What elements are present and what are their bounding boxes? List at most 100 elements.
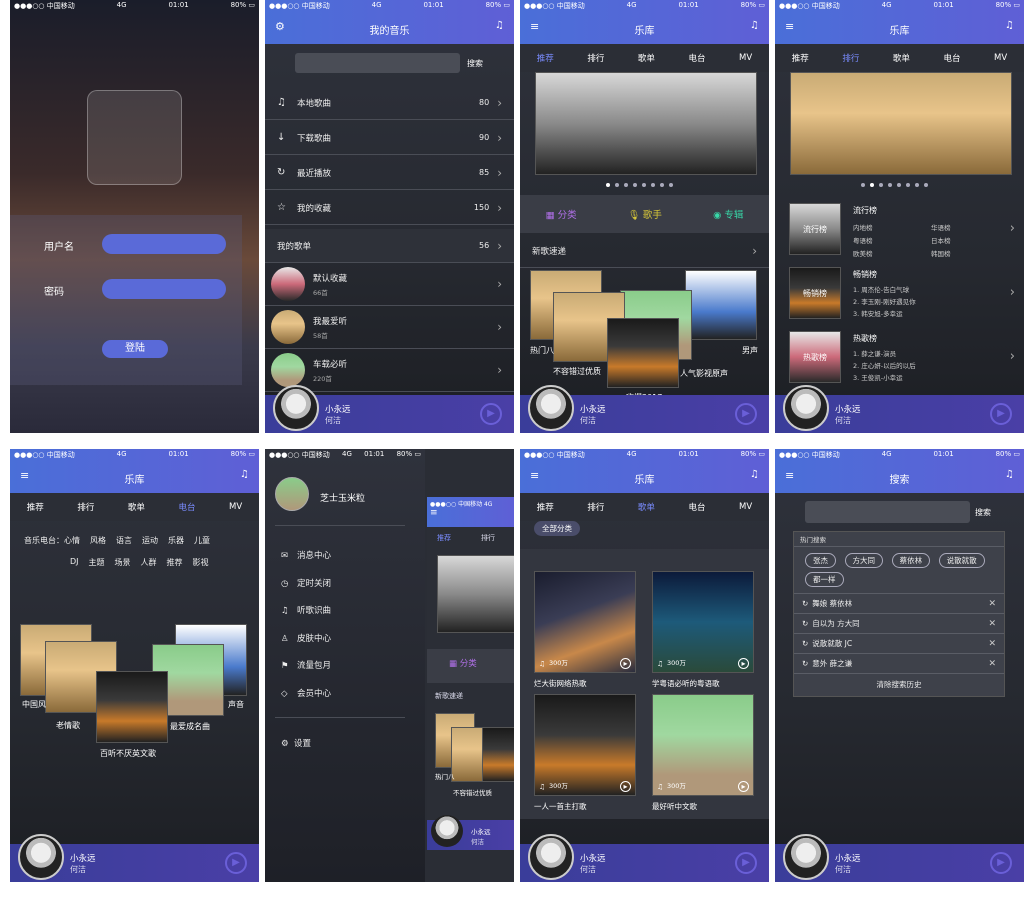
songlist-card[interactable]: ♫ 300万 ▸ 烂大街网络热歌 [534, 571, 636, 689]
tab-playlist[interactable]: 歌单 [128, 501, 145, 513]
tab-rank[interactable]: 排行 [587, 52, 604, 64]
hot-tag[interactable]: 都一样 [805, 572, 844, 587]
hot-tag[interactable]: 方大同 [844, 553, 884, 568]
playlist-item[interactable]: 我最爱听 58首 › [265, 306, 514, 349]
now-playing-bar[interactable]: 小永远 何洁 ▶ [520, 385, 769, 433]
now-playing-bar[interactable]: 小永远 何洁 ▶ [775, 385, 1024, 433]
rank-list-item[interactable]: 畅销榜 畅销榜 1. 周杰伦-告白气球 2. 李玉刚-刚好遇见你 3. 韩安旭-多幸运 › [789, 267, 1019, 325]
radio-category[interactable]: 乐器 [168, 535, 184, 546]
drawer-menu-item[interactable]: ♫ 听歌识曲 [281, 604, 331, 616]
cover-card[interactable] [607, 318, 679, 388]
play-icon[interactable]: ▶ [735, 403, 757, 425]
drawer-menu-item[interactable]: ♙ 皮肤中心 [281, 632, 331, 644]
banner-image[interactable] [535, 72, 757, 175]
rank-list-item[interactable]: 热歌榜 热歌榜 1. 薛之谦-演员 2. 庄心妍-以后的以后 3. 王俊凯-小幸运 › [789, 331, 1019, 389]
headphones-icon[interactable]: ♫ [1005, 20, 1014, 31]
tab-recommend[interactable]: 推荐 [792, 52, 809, 64]
search-button[interactable]: 搜索 [975, 507, 991, 518]
tab-recommend[interactable]: 推荐 [537, 52, 554, 64]
play-icon[interactable]: ▶ [990, 403, 1012, 425]
password-field[interactable] [102, 279, 226, 299]
play-circle-icon[interactable]: ▸ [738, 781, 749, 792]
search-input[interactable] [295, 53, 460, 73]
close-icon[interactable]: ✕ [988, 639, 996, 649]
clear-history-button[interactable]: 清除搜索历史 [794, 674, 1004, 695]
all-categories-button[interactable]: 全部分类 [534, 521, 580, 536]
tab-playlist[interactable]: 歌单 [638, 501, 655, 513]
tab-playlist[interactable]: 歌单 [638, 52, 655, 64]
radio-category[interactable]: 语言 [116, 535, 132, 546]
play-icon[interactable]: ▶ [480, 403, 502, 425]
now-playing-bar[interactable]: 小永远 何洁 ▶ [265, 385, 514, 433]
headphones-icon[interactable]: ♫ [240, 469, 249, 480]
playlist-item[interactable]: 默认收藏 66首 › [265, 263, 514, 306]
tab-rank[interactable]: 排行 [587, 501, 604, 513]
headphones-icon[interactable]: ♫ [750, 469, 759, 480]
search-button[interactable]: 搜索 [467, 58, 483, 69]
library-row[interactable]: ☆ 我的收藏 150 › [265, 191, 514, 225]
close-icon[interactable]: ✕ [988, 659, 996, 669]
play-circle-icon[interactable]: ▸ [620, 658, 631, 669]
avatar[interactable] [783, 385, 829, 431]
radio-category[interactable]: 影视 [193, 557, 209, 568]
tab-rank[interactable]: 排行 [77, 501, 94, 513]
play-icon[interactable]: ▶ [225, 852, 247, 874]
new-songs-row[interactable]: 新歌速递 › [520, 234, 769, 268]
radio-category[interactable]: 人群 [141, 557, 157, 568]
singer-button[interactable]: 🎙 歌手 [628, 207, 662, 221]
radio-category[interactable]: 儿童 [194, 535, 210, 546]
tab-mv[interactable]: MV [994, 53, 1007, 63]
play-icon[interactable]: ▶ [990, 852, 1012, 874]
album-button[interactable]: ◉ 专辑 [713, 207, 743, 221]
songlist-card[interactable]: ♫ 300万 ▸ 学粤语必听的粤语歌 [652, 571, 754, 689]
tab-radio[interactable]: 电台 [943, 52, 960, 64]
banner-image[interactable] [790, 72, 1012, 175]
headphones-icon[interactable]: ♫ [750, 20, 759, 31]
radio-category[interactable]: 音乐电台：心情 [24, 535, 80, 546]
user-avatar[interactable] [275, 477, 309, 511]
radio-category[interactable]: 推荐 [167, 557, 183, 568]
headphones-icon[interactable]: ♫ [495, 20, 504, 31]
search-input[interactable] [805, 501, 970, 523]
now-playing-bar[interactable]: 小永远 何洁 ▶ [10, 834, 259, 882]
songlist-card[interactable]: ♫ 300万 ▸ 最好听中文歌 [652, 694, 754, 812]
radio-category[interactable]: 运动 [142, 535, 158, 546]
library-row[interactable]: ↻ 最近播放 85 › [265, 156, 514, 190]
library-row[interactable]: ↓ 下载歌曲 90 › [265, 121, 514, 155]
now-playing-bar[interactable]: 小永远 何洁 ▶ [520, 834, 769, 882]
avatar[interactable] [18, 834, 64, 880]
history-item[interactable]: ↻ 舞娘 蔡依林 ✕ [794, 594, 1004, 614]
play-circle-icon[interactable]: ▸ [620, 781, 631, 792]
hot-tag[interactable]: 蔡依林 [891, 553, 931, 568]
tab-radio[interactable]: 电台 [688, 501, 705, 513]
tab-recommend[interactable]: 推荐 [27, 501, 44, 513]
close-icon[interactable]: ✕ [988, 599, 996, 609]
radio-category[interactable]: 主题 [89, 557, 105, 568]
tab-radio[interactable]: 电台 [688, 52, 705, 64]
history-item[interactable]: ↻ 说散就散 JC ✕ [794, 634, 1004, 654]
now-playing-bar[interactable]: 小永远 何洁 ▶ [775, 834, 1024, 882]
radio-category[interactable]: 风格 [90, 535, 106, 546]
drawer-menu-item[interactable]: ◇ 会员中心 [281, 687, 331, 699]
tab-mv[interactable]: MV [739, 502, 752, 512]
hot-tag[interactable]: 说散就散 [938, 553, 985, 568]
radio-category[interactable]: DJ [70, 557, 79, 568]
rank-list-item[interactable]: 流行榜 流行榜 内地榜 华语榜 粤语榜 日本榜 欧美榜 韩国榜 › [789, 203, 1019, 261]
drawer-menu-item[interactable]: ⚑ 流量包月 [281, 659, 331, 671]
radio-category[interactable]: 场景 [115, 557, 131, 568]
login-button[interactable]: 登陆 [102, 340, 168, 358]
close-icon[interactable]: ✕ [988, 619, 996, 629]
main-preview[interactable]: ●●●○○ 中国移动 4G ≡ 推荐 排行 ▦ 分类 新歌速递 热门八 不容错过优质… [427, 497, 514, 850]
cover-card[interactable] [685, 270, 757, 340]
tab-rank[interactable]: 排行 [842, 52, 859, 64]
history-item[interactable]: ↻ 意外 薛之谦 ✕ [794, 654, 1004, 674]
avatar[interactable] [528, 834, 574, 880]
songlist-card[interactable]: ♫ 300万 ▸ 一人一首主打歌 [534, 694, 636, 812]
headphones-icon[interactable]: ♫ [1005, 469, 1014, 480]
avatar[interactable] [528, 385, 574, 431]
hot-tag[interactable]: 张杰 [805, 553, 836, 568]
tab-recommend[interactable]: 推荐 [537, 501, 554, 513]
playlist-header[interactable]: 我的歌单 56 › [265, 229, 514, 263]
cover-card[interactable] [96, 671, 168, 743]
tab-radio[interactable]: 电台 [178, 501, 195, 513]
